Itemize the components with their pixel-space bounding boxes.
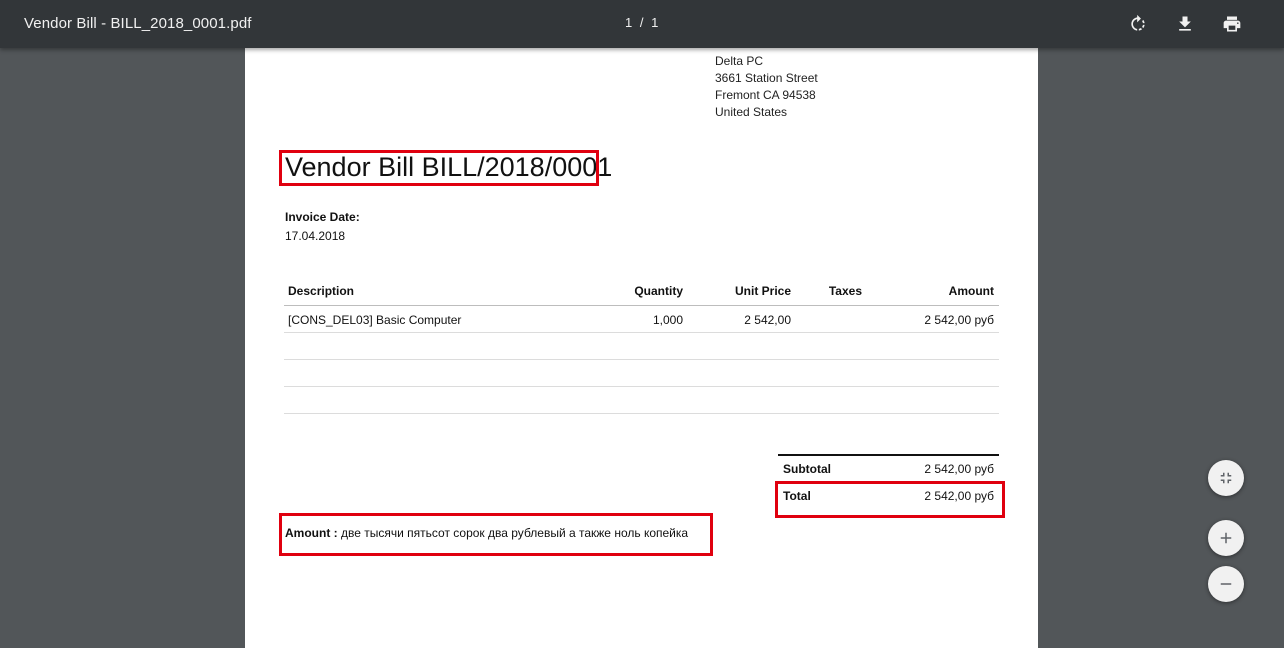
page-indicator: 1 / 1 xyxy=(625,15,659,30)
cell-amount: 2 542,00 руб xyxy=(924,313,994,327)
cell-description: [CONS_DEL03] Basic Computer xyxy=(288,313,462,327)
fit-page-button[interactable] xyxy=(1208,460,1244,496)
rotate-icon xyxy=(1131,14,1145,31)
invoice-lines-table: Description Quantity Unit Price Taxes Am… xyxy=(284,278,999,414)
header-amount: Amount xyxy=(948,284,994,298)
zoom-in-icon xyxy=(1220,532,1232,544)
zoom-in-button[interactable] xyxy=(1208,520,1244,556)
pdf-page: Delta PC 3661 Station Street Fremont CA … xyxy=(245,48,1038,648)
zoom-out-icon xyxy=(1220,583,1232,585)
table-row: [CONS_DEL03] Basic Computer 1,000 2 542,… xyxy=(284,306,999,333)
header-description: Description xyxy=(288,284,355,298)
zoom-out-button[interactable] xyxy=(1208,566,1244,602)
header-taxes: Taxes xyxy=(828,284,862,298)
subtotal-value: 2 542,00 руб xyxy=(924,462,994,476)
document-title: Vendor Bill - BILL_2018_0001.pdf xyxy=(24,15,252,32)
rotate-button[interactable] xyxy=(1126,12,1150,36)
print-button[interactable] xyxy=(1220,12,1244,36)
highlight-box-amount xyxy=(279,513,713,556)
header-quantity: Quantity xyxy=(634,284,683,298)
cell-unit-price: 2 542,00 xyxy=(744,313,791,327)
table-row xyxy=(284,387,999,414)
subtotal-row: Subtotal 2 542,00 руб xyxy=(778,456,999,483)
table-header-row: Description Quantity Unit Price Taxes Am… xyxy=(284,278,999,306)
address-line: 3661 Station Street xyxy=(715,71,818,85)
invoice-date-label: Invoice Date: xyxy=(285,210,360,224)
pdf-toolbar: Vendor Bill - BILL_2018_0001.pdf 1 / 1 xyxy=(0,0,1284,48)
address-line: Fremont CA 94538 xyxy=(715,88,816,102)
highlight-box-total xyxy=(775,481,1005,518)
table-row xyxy=(284,360,999,387)
cell-quantity: 1,000 xyxy=(652,313,683,327)
header-unit-price: Unit Price xyxy=(734,284,791,298)
subtotal-label: Subtotal xyxy=(783,462,831,476)
vendor-address: Delta PC 3661 Station Street Fremont CA … xyxy=(715,53,818,121)
fit-page-icon xyxy=(1220,472,1232,484)
download-icon xyxy=(1179,16,1191,31)
download-button[interactable] xyxy=(1173,12,1197,36)
address-line: Delta PC xyxy=(715,54,764,68)
print-icon xyxy=(1223,16,1241,32)
highlight-box-title xyxy=(279,150,599,186)
table-row xyxy=(284,333,999,360)
address-line: United States xyxy=(715,105,788,119)
invoice-date-value: 17.04.2018 xyxy=(285,229,346,243)
